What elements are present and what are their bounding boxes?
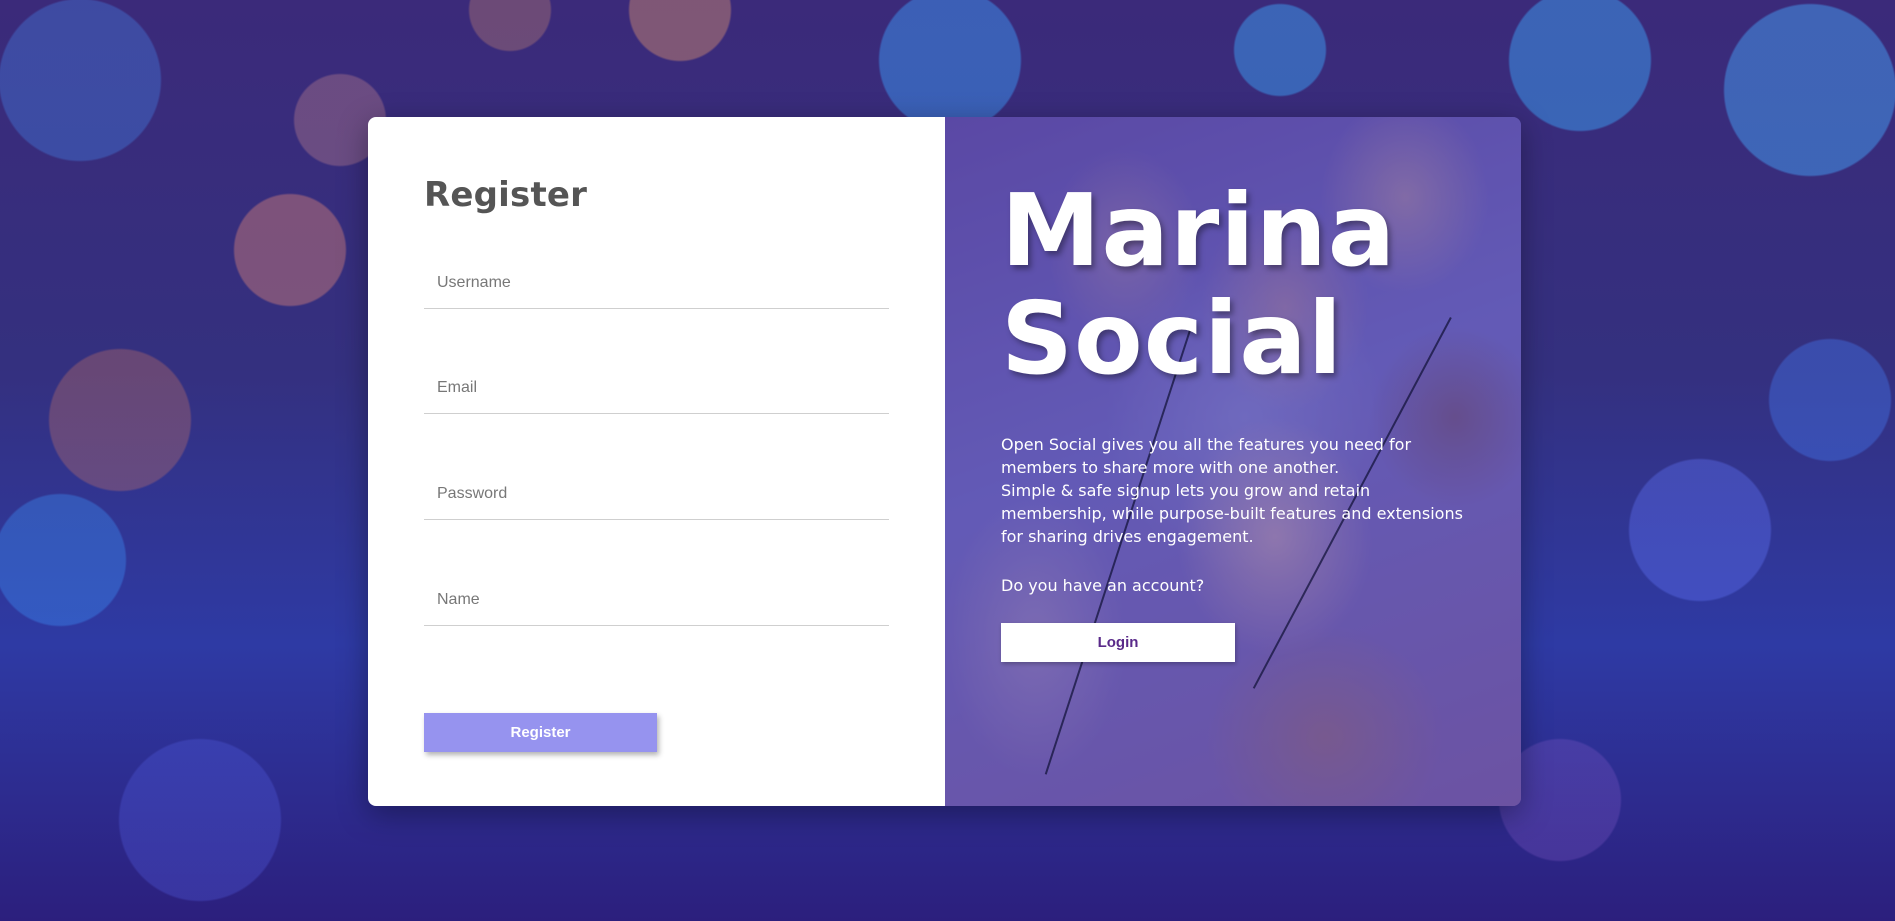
hero-title-line: Marina [1001, 172, 1397, 289]
name-input[interactable] [424, 574, 889, 626]
hero-panel: Marina Social Open Social gives you all … [945, 117, 1521, 806]
register-form-panel: Register Register [368, 117, 945, 806]
hero-title-line: Social [1001, 280, 1344, 397]
hero-description-line: Open Social gives you all the features y… [1001, 435, 1412, 477]
hero-description: Open Social gives you all the features y… [1001, 433, 1471, 548]
register-title: Register [424, 175, 588, 215]
email-input[interactable] [424, 362, 889, 414]
hero-description-line: Simple & safe signup lets you grow and r… [1001, 481, 1463, 546]
hero-title: Marina Social [1001, 177, 1481, 393]
username-input[interactable] [424, 257, 889, 309]
register-button[interactable]: Register [424, 713, 657, 752]
hero-content: Marina Social Open Social gives you all … [1001, 177, 1481, 662]
password-input[interactable] [424, 468, 889, 520]
account-question: Do you have an account? [1001, 576, 1205, 595]
login-button[interactable]: Login [1001, 623, 1235, 662]
auth-card: Register Register Marina Social Open Soc… [368, 117, 1521, 806]
